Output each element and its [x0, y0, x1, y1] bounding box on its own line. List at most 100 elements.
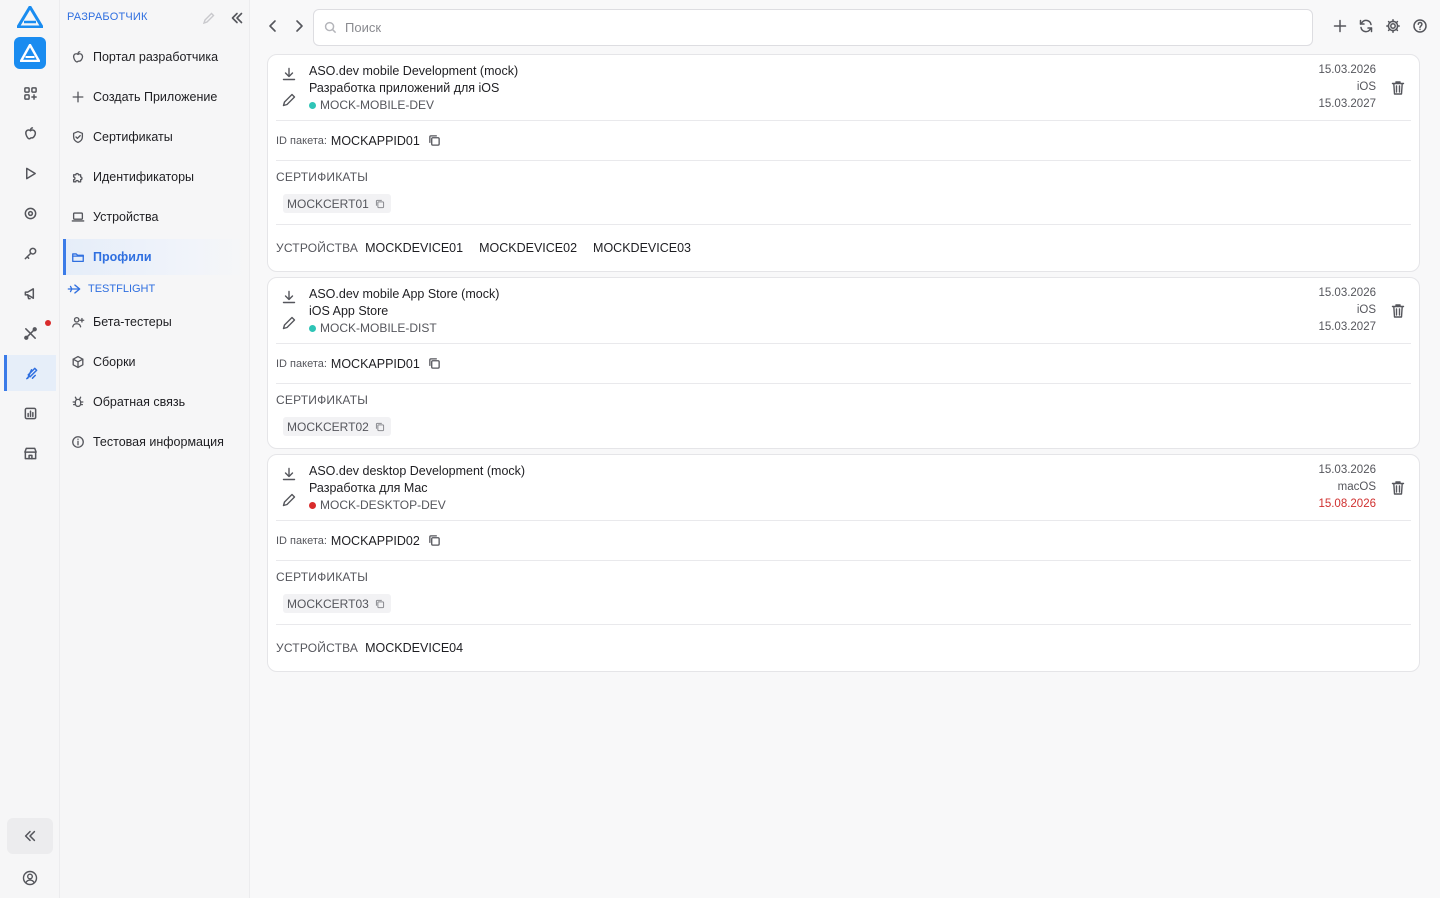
sidebar-item-label: Создать Приложение [93, 90, 218, 104]
certificates-label: СЕРТИФИКАТЫ [276, 170, 369, 184]
profile-identifier: MOCK-MOBILE-DIST [309, 321, 437, 335]
profile-title: ASO.dev mobile App Store (mock) [309, 287, 500, 301]
sidebar-item-create-app[interactable]: Создать Приложение [63, 79, 247, 115]
sidebar-item-label: Устройства [93, 210, 159, 224]
devices-row: УСТРОЙСТВА MOCKDEVICE01 MOCKDEVICE02 MOC… [276, 225, 1411, 271]
sidebar-item-identifiers[interactable]: Идентификаторы [63, 159, 247, 195]
certificate-chip[interactable]: MOCKCERT02 [283, 417, 391, 436]
airplane-icon [67, 284, 81, 294]
sidebar-item-feedback[interactable]: Обратная связь [63, 384, 247, 420]
copy-icon[interactable] [428, 134, 441, 147]
rail-apps-grid-icon[interactable] [4, 75, 56, 111]
profile-card: ASO.dev desktop Development (mock) Разра… [267, 454, 1420, 672]
sidebar-item-developer-portal[interactable]: Портал разработчика [63, 39, 247, 75]
rail-play-icon[interactable] [4, 155, 56, 191]
aso-logo-icon[interactable] [16, 5, 44, 29]
pencil-icon [282, 316, 296, 330]
profile-platform: iOS [1356, 304, 1376, 316]
delete-button[interactable] [1391, 80, 1405, 96]
add-button[interactable] [1332, 18, 1348, 34]
certificates-row: СЕРТИФИКАТЫ MOCKCERT02 [276, 384, 1411, 448]
status-dot [309, 501, 316, 509]
pencil-icon [282, 93, 296, 107]
folder-icon [72, 253, 84, 263]
edit-button[interactable] [281, 92, 297, 108]
sidebar-item-devices[interactable]: Устройства [63, 199, 247, 235]
devices-label: УСТРОЙСТВА [276, 641, 359, 655]
bundle-id-value: MOCKAPPID01 [330, 356, 420, 371]
download-icon [282, 290, 296, 304]
sidebar-item-builds[interactable]: Сборки [63, 344, 247, 380]
certificate-name: MOCKCERT02 [287, 419, 369, 434]
search-bar [313, 9, 1313, 46]
rail-store-icon[interactable] [4, 435, 56, 471]
rail-chart-icon[interactable] [4, 395, 56, 431]
current-app-icon[interactable] [14, 37, 46, 69]
certificate-name: MOCKCERT03 [287, 596, 369, 611]
nav-back-button[interactable] [265, 18, 281, 34]
device-item: MOCKDEVICE03 [593, 241, 691, 255]
download-button[interactable] [281, 66, 297, 82]
sidebar-item-certificates[interactable]: Сертификаты [63, 119, 247, 155]
profile-created-date: 15.03.2026 [1318, 287, 1376, 299]
refresh-button[interactable] [1358, 18, 1374, 34]
profile-subtitle: Разработка для Mac [309, 481, 428, 495]
rail-apple-icon[interactable] [4, 115, 56, 151]
search-input[interactable] [345, 20, 1245, 35]
profile-subtitle: Разработка приложений для iOS [309, 81, 500, 95]
bundle-id-row: ID пакета: MOCKAPPID01 [276, 344, 1411, 384]
delete-button[interactable] [1391, 480, 1405, 496]
settings-button[interactable] [1385, 18, 1401, 34]
rail-xcode-icon[interactable] [4, 355, 56, 391]
edit-button[interactable] [281, 315, 297, 331]
copy-icon[interactable] [428, 357, 441, 370]
sidebar-item-label: Профили [93, 250, 152, 264]
certificate-chip[interactable]: MOCKCERT01 [283, 194, 391, 213]
profile-platform: macOS [1337, 481, 1376, 493]
device-item: MOCKDEVICE02 [479, 241, 578, 255]
nav-forward-button[interactable] [291, 18, 307, 34]
puzzle-icon [72, 172, 83, 183]
sidebar-item-test-information[interactable]: Тестовая информация [63, 424, 247, 460]
plus-icon [72, 91, 84, 103]
trash-icon [1391, 481, 1405, 495]
box-icon [72, 355, 84, 369]
help-button[interactable] [1412, 18, 1428, 34]
sidebar-item-beta-testers[interactable]: Бета-тестеры [63, 304, 247, 340]
profile-expiry-date: 15.03.2027 [1318, 98, 1376, 110]
profile-created-date: 15.03.2026 [1318, 464, 1376, 476]
download-button[interactable] [281, 466, 297, 482]
user-avatar-icon[interactable] [22, 870, 38, 886]
devices-row: УСТРОЙСТВА MOCKDEVICE04 [276, 625, 1411, 671]
delete-button[interactable] [1391, 303, 1405, 319]
sidebar-collapse-icon[interactable] [230, 11, 244, 25]
sidebar-header: РАЗРАБОТЧИК [67, 11, 148, 23]
sidebar-item-profiles[interactable]: Профили [63, 239, 247, 275]
copy-icon [375, 422, 384, 431]
bundle-id-label: ID пакета: [276, 357, 327, 370]
bundle-id-row: ID пакета: MOCKAPPID02 [276, 521, 1411, 561]
profile-title: ASO.dev desktop Development (mock) [309, 464, 526, 478]
rail-megaphone-icon[interactable] [4, 275, 56, 311]
edit-button[interactable] [281, 492, 297, 508]
bug-icon [72, 396, 84, 408]
bundle-id-label: ID пакета: [276, 534, 327, 547]
device-item: MOCKDEVICE04 [365, 641, 464, 655]
copy-icon[interactable] [428, 534, 441, 547]
certificates-row: СЕРТИФИКАТЫ MOCKCERT01 [276, 161, 1411, 225]
download-button[interactable] [281, 289, 297, 305]
search-icon [324, 21, 337, 34]
profile-card: ASO.dev mobile Development (mock) Разраб… [267, 54, 1420, 272]
download-icon [282, 67, 296, 81]
sidebar-item-label: Сертификаты [93, 130, 173, 144]
profile-expiry-date: 15.03.2027 [1318, 321, 1376, 333]
edit-pencil-icon[interactable] [202, 11, 216, 25]
rail-target-icon[interactable] [4, 195, 56, 231]
certificate-chip[interactable]: MOCKCERT03 [283, 594, 391, 613]
certificates-label: СЕРТИФИКАТЫ [276, 393, 369, 407]
apple-icon [73, 51, 84, 63]
profile-header: ASO.dev desktop Development (mock) Разра… [276, 455, 1411, 521]
rail-collapse-button[interactable] [7, 818, 53, 854]
profile-identifier-text: MOCK-MOBILE-DEV [320, 98, 435, 112]
rail-key-icon[interactable] [4, 235, 56, 271]
